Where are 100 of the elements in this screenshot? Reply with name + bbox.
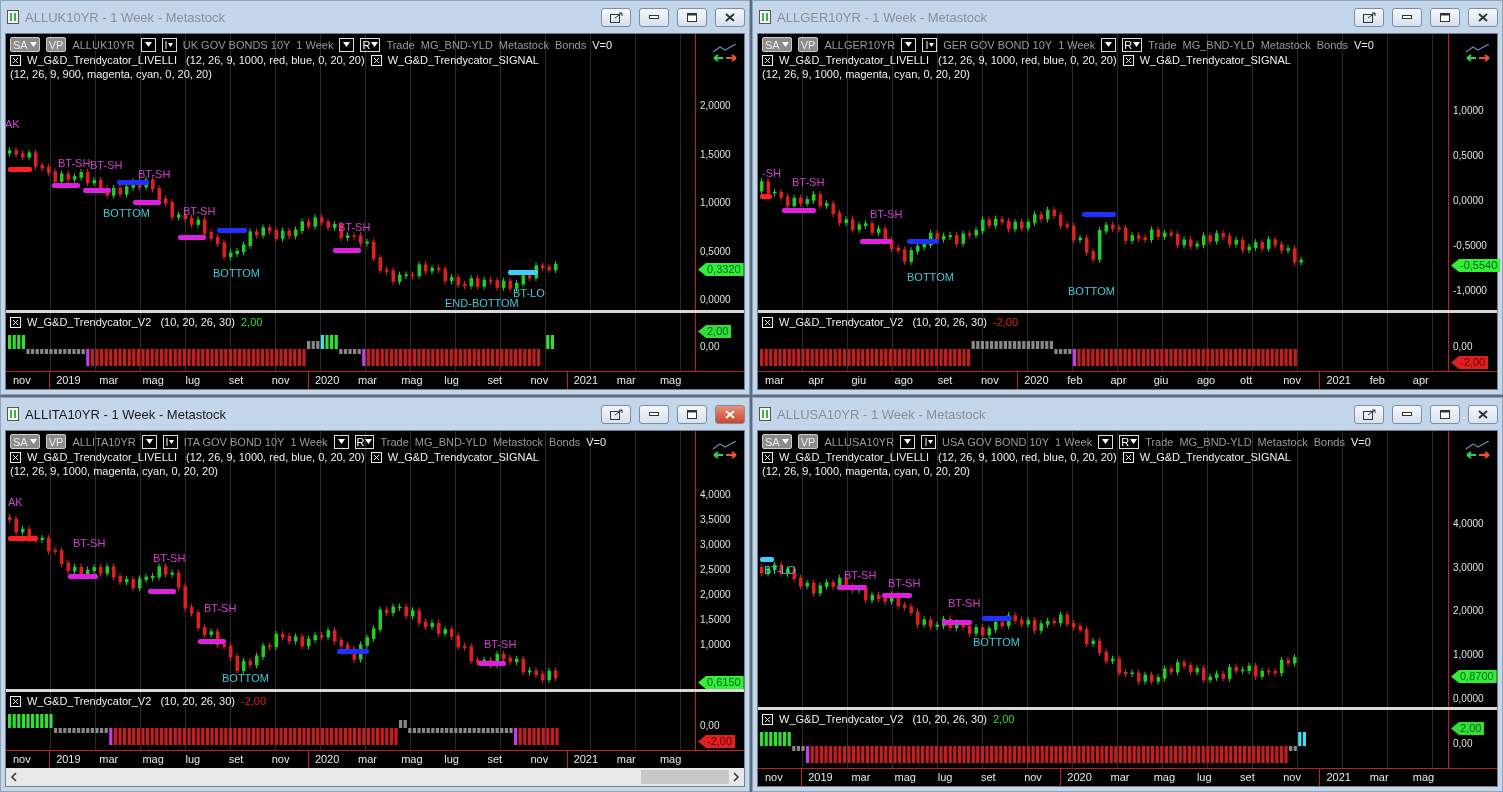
level-bar [837,585,867,590]
date-label: set [1239,770,1256,785]
signal-label: BOTTOM [907,271,954,283]
indicator-dropdown[interactable] [921,434,937,449]
r-dropdown[interactable]: R [360,37,381,52]
caret-icon [1133,42,1141,47]
minimize-button[interactable] [639,404,669,424]
caret-icon [371,42,379,47]
indicator-name: W_G&D_Trendycator_SIGNAL [1139,54,1291,66]
x-box-icon[interactable] [370,451,382,463]
minimize-icon [1402,15,1412,19]
date-label: mar [357,752,378,767]
detach-button[interactable] [601,7,631,27]
detach-button[interactable] [1354,7,1384,27]
detach-button[interactable] [1354,404,1384,424]
detach-button[interactable] [601,404,631,424]
date-label: nov [1282,770,1302,785]
level-bar [217,228,247,233]
period-dropdown[interactable] [1098,434,1114,449]
security-name: UK GOV BONDS 10Y [182,38,291,51]
maximize-button[interactable] [677,404,707,424]
price-tick: 1,0000 [700,197,731,208]
symbol-dropdown[interactable] [901,37,917,52]
date-label: apr [807,373,826,388]
r-dropdown[interactable]: R [354,434,375,449]
scroll-thumb[interactable] [641,770,729,784]
sa-dropdown[interactable]: SA [10,37,40,52]
x-box-icon[interactable] [762,316,773,328]
maximize-button[interactable] [1430,404,1460,424]
symbol-dropdown[interactable] [140,37,156,52]
r-dropdown[interactable]: R [1119,434,1140,449]
date-label: mag [400,752,424,767]
close-button[interactable] [1468,7,1498,27]
signal-label: -SH [762,167,781,179]
level-bar [982,616,1012,621]
minimize-button[interactable] [1392,7,1422,27]
vp-button[interactable]: VP [45,37,67,52]
indicator-name: W_G&D_Trendycator_SIGNAL [387,54,539,66]
price-tick: 0,0000 [700,294,731,305]
caret-icon [343,42,351,47]
price-tick: 1,5000 [700,614,731,625]
signal-label: BOTTOM [222,672,269,684]
x-box-icon[interactable] [10,451,21,463]
indicator-dropdown[interactable] [161,37,177,52]
indicator-name: W_G&D_Trendycator_SIGNAL [387,451,539,463]
period-dropdown[interactable] [339,37,355,52]
security-name: USA GOV BOND 10Y [942,435,1050,448]
sa-dropdown[interactable]: SA [762,434,792,449]
chart-arrows-icon[interactable] [712,441,738,459]
r-dropdown[interactable]: R [1122,37,1143,52]
period-dropdown[interactable] [333,434,349,449]
x-box-icon[interactable] [762,451,773,463]
date-label: nov [1282,373,1302,388]
signal-label: BT-SH [73,537,106,549]
x-box-icon[interactable] [1122,54,1134,66]
close-icon [725,409,735,419]
tag-label: MG_BND-YLD [1182,38,1255,51]
vp-button[interactable]: VP [45,434,67,449]
x-box-icon[interactable] [10,316,21,328]
symbol-dropdown[interactable] [900,434,916,449]
chart-arrows-icon[interactable] [712,44,738,62]
maximize-button[interactable] [677,7,707,27]
signal-label: BT-SH [888,577,921,589]
date-label: set [486,373,504,388]
period-dropdown[interactable] [1101,37,1117,52]
price-tick: 1,0000 [700,639,731,650]
symbol-dropdown[interactable] [141,434,157,449]
indicator-dropdown[interactable] [922,37,938,52]
x-box-icon[interactable] [10,54,21,66]
price-tick: 1,0000 [1453,105,1484,116]
sa-dropdown[interactable]: SA [762,37,792,52]
x-box-icon[interactable] [370,54,382,66]
maximize-button[interactable] [1430,7,1460,27]
scroll-left-icon[interactable] [10,772,17,782]
x-box-icon[interactable] [1122,451,1134,463]
minimize-button[interactable] [639,7,669,27]
indicator-dropdown[interactable] [162,434,178,449]
detach-icon [609,11,623,23]
x-box-icon[interactable] [762,713,773,725]
close-button[interactable] [1468,404,1498,424]
signal-label: BT-SH [204,602,237,614]
x-box-icon[interactable] [10,695,21,707]
vp-button[interactable]: VP [797,434,819,449]
window-title: ALLITA10YR - 1 Week - Metastock [25,406,228,422]
close-icon [1478,409,1488,419]
indicator-name: W_G&D_Trendycator_V2 [27,316,152,328]
security-name: ITA GOV BOND 10Y [183,435,285,448]
chart-arrows-icon[interactable] [1465,441,1491,459]
sa-dropdown[interactable]: SA [10,434,40,449]
chart-arrows-icon[interactable] [1465,44,1491,62]
tag-label: Trade [380,435,409,448]
signal-label: BT-SH [183,205,216,217]
scroll-right-icon[interactable] [733,772,740,782]
date-label: lug [184,373,202,388]
zero-tick: 0,00 [1453,738,1473,749]
x-box-icon[interactable] [762,54,773,66]
vp-button[interactable]: VP [797,37,819,52]
horizontal-scrollbar[interactable] [6,768,744,786]
minimize-button[interactable] [1392,404,1422,424]
close-button[interactable] [715,7,745,27]
